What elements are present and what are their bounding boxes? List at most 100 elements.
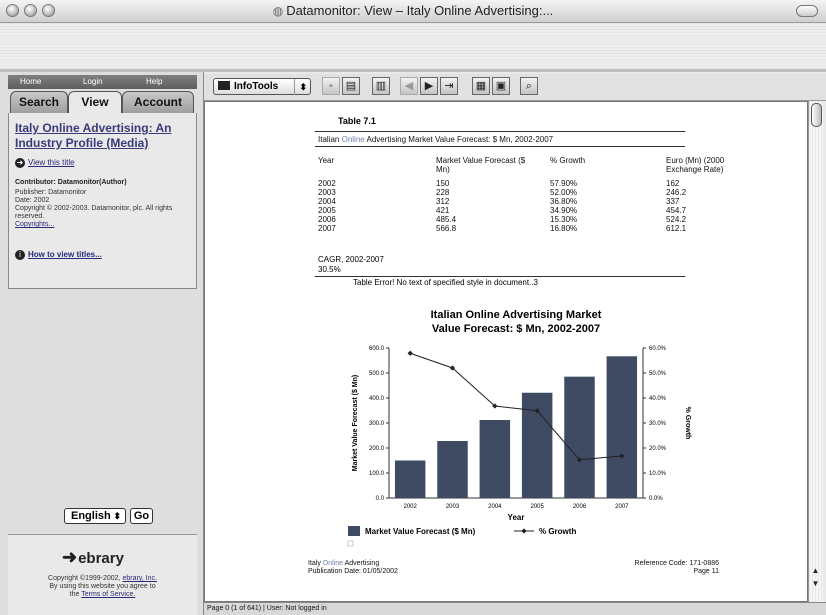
table-cell: 524.2 <box>666 215 687 224</box>
previous-page-button[interactable]: ◀ <box>400 77 418 95</box>
view-title-link[interactable]: ➜ View this title <box>15 158 75 168</box>
arrow-right-icon: ➜ <box>15 158 25 168</box>
copy-button[interactable]: ▪ <box>322 77 340 95</box>
copyrights-link[interactable]: Copyrights... <box>15 221 193 229</box>
nav-home-link[interactable]: Home <box>20 77 41 86</box>
tab-account[interactable]: Account <box>122 91 194 113</box>
x-tick-label: 2006 <box>573 504 587 510</box>
sidebar-footer: ➜ebrary Copyright ©1999-2002, ebrary, In… <box>8 534 197 615</box>
cagr: CAGR, 2002-2007 30.5% <box>318 255 384 275</box>
legend-line-label: % Growth <box>539 527 576 536</box>
y-tick-label: 600.0 <box>369 346 385 352</box>
table-rule-top <box>315 131 685 132</box>
legend-placeholder-box <box>347 540 354 547</box>
bar <box>479 420 511 498</box>
language-select[interactable]: English ⬍ <box>64 508 126 524</box>
cagr-value: 30.5% <box>318 265 341 274</box>
x-tick-label: 2003 <box>446 504 460 510</box>
y2-tick-label: 50.0% <box>649 371 667 377</box>
page-layout-button[interactable]: ▥ <box>372 77 390 95</box>
copyright-text: Copyright © 2002-2003. Datamonitor, plc.… <box>15 205 173 220</box>
legend-line-marker <box>521 528 527 534</box>
ebrary-inc-link[interactable]: ebrary, Inc. <box>122 575 157 582</box>
table-header-growth: % Growth <box>550 156 586 165</box>
vertical-scrollbar[interactable]: ▲ ▼ <box>808 101 823 602</box>
go-to-page-button[interactable]: ⇥ <box>440 77 458 95</box>
table-cell: 246.2 <box>666 188 687 197</box>
y2-axis-label: % Growth <box>684 407 691 440</box>
table-cell: 2006 <box>318 215 336 224</box>
x-tick-label: 2004 <box>488 504 502 510</box>
ebrary-logo[interactable]: ➜ebrary <box>62 547 124 568</box>
legend-bar-swatch <box>348 526 360 536</box>
chart-title-line-2: Value Forecast: $ Mn, 2002-2007 <box>432 323 600 335</box>
y2-tick-label: 0.0% <box>649 496 663 502</box>
book-title-link[interactable]: Italy Online Advertising: An Industry Pr… <box>15 121 191 151</box>
table-header-euro: Euro (Mn) (2000 Exchange Rate) <box>666 156 725 174</box>
x-tick-label: 2007 <box>615 504 629 510</box>
table-cell: 2002 <box>318 179 336 188</box>
y-tick-label: 100.0 <box>369 471 385 477</box>
table-cell: 15.30% <box>550 215 578 224</box>
table-cell: 337 <box>666 197 680 206</box>
info-icon: i <box>15 250 25 260</box>
sidebar-tabs: Search View Account <box>8 91 197 113</box>
zoom-button[interactable]: ⌕ <box>520 77 538 95</box>
contributor-text: Contributor: Datamonitor(Author) <box>15 179 127 186</box>
globe-icon: ◍ <box>272 4 284 18</box>
y-axis-label: Market Value Forecast ($ Mn) <box>352 375 359 471</box>
publisher-text: Publisher: Datamonitor <box>15 189 87 196</box>
tab-view[interactable]: View <box>68 91 122 113</box>
y-tick-label: 400.0 <box>369 396 385 402</box>
y-tick-label: 0.0 <box>376 496 385 502</box>
fit-page-button[interactable]: ▣ <box>492 77 510 95</box>
fit-width-button[interactable]: ▦ <box>472 77 490 95</box>
table-cell: 485.4 <box>436 215 457 224</box>
table-cell: 566.8 <box>436 224 457 233</box>
how-to-view-link[interactable]: i How to view titles... <box>15 250 102 260</box>
terms-link[interactable]: Terms of Service. <box>81 591 135 598</box>
table-cell: 52.00% <box>550 188 578 197</box>
x-tick-label: 2005 <box>530 504 544 510</box>
table-cell: 2004 <box>318 197 336 206</box>
nav-login-link[interactable]: Login <box>83 77 103 86</box>
table-title: Table 7.1 <box>338 116 376 126</box>
x-tick-label: 2002 <box>403 504 417 510</box>
nav-help-link[interactable]: Help <box>146 77 162 86</box>
y2-tick-label: 40.0% <box>649 396 667 402</box>
print-button[interactable]: ▤ <box>342 77 360 95</box>
table-cell: 2005 <box>318 206 336 215</box>
x-axis-label: Year <box>508 513 525 522</box>
document-viewer[interactable]: Table 7.1 Italian Online Advertising Mar… <box>204 101 808 602</box>
scroll-up-arrow[interactable]: ▲ <box>811 566 820 576</box>
top-nav: Home Login Help <box>8 75 197 89</box>
window-title: ◍ Datamonitor: View – Italy Online Advert… <box>272 3 554 18</box>
cagr-label: CAGR, 2002-2007 <box>318 255 384 264</box>
go-button[interactable]: Go <box>130 508 153 524</box>
view-panel: Italy Online Advertising: An Industry Pr… <box>8 113 197 289</box>
table-cell: 57.90% <box>550 179 578 188</box>
next-page-button[interactable]: ▶ <box>420 77 438 95</box>
growth-point <box>407 350 413 356</box>
y-tick-label: 500.0 <box>369 371 385 377</box>
bar <box>606 356 638 498</box>
tab-search[interactable]: Search <box>10 91 68 113</box>
y-tick-label: 300.0 <box>369 421 385 427</box>
footer-right: Reference Code: 171-0886 Page 11 <box>634 560 719 575</box>
how-to-view-label: How to view titles... <box>28 250 102 260</box>
y2-tick-label: 30.0% <box>649 421 667 427</box>
table-cell: 34.90% <box>550 206 578 215</box>
table-cell: 150 <box>436 179 450 188</box>
y2-tick-label: 20.0% <box>649 446 667 452</box>
infotools-menu[interactable]: InfoTools ⬍ <box>213 78 311 95</box>
table-cell: 36.80% <box>550 197 578 206</box>
table-cell: 612.1 <box>666 224 687 233</box>
toolbar-toggle-button[interactable] <box>796 5 818 17</box>
language-value: English <box>71 510 111 522</box>
site-copyright: Copyright ©1999-2002, ebrary, Inc. By us… <box>48 575 157 598</box>
scroll-down-arrow[interactable]: ▼ <box>811 579 820 589</box>
market-value-chart: Italian Online Advertising Market Value F… <box>347 309 691 547</box>
select-arrows-icon: ⬍ <box>294 79 307 95</box>
scroll-thumb[interactable] <box>811 103 822 127</box>
ebrary-mark-icon: ➜ <box>62 547 78 567</box>
